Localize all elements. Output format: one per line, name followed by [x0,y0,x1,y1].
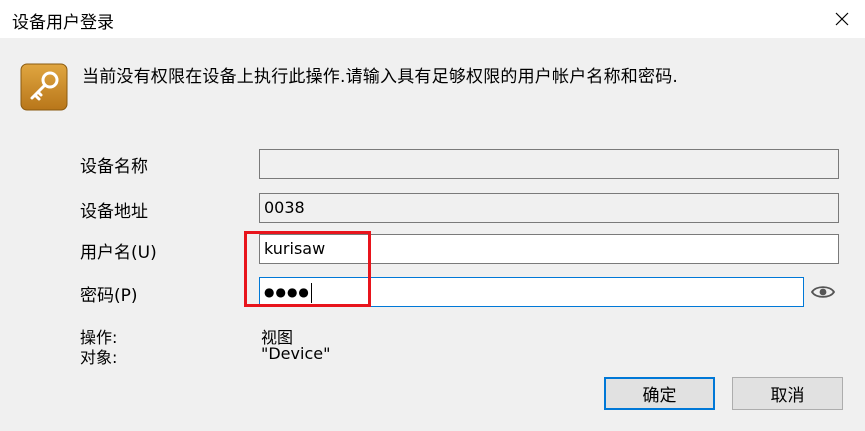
target-value: "Device" [261,344,331,363]
eye-icon [811,286,835,298]
window-title: 设备用户登录 [12,13,114,33]
device-name-field[interactable] [259,149,839,179]
text-caret [310,282,312,303]
title-bar: 设备用户登录 [0,0,865,38]
password-label: 密码(P) [80,286,138,306]
device-name-label: 设备名称 [80,157,148,177]
device-address-field[interactable]: 0038 [259,193,839,223]
close-icon [835,12,849,26]
password-input[interactable]: ●●●● [259,277,804,307]
target-label: 对象: [80,348,118,367]
device-address-label: 设备地址 [80,202,148,222]
cancel-button[interactable]: 取消 [732,377,843,410]
close-button[interactable] [819,0,865,38]
password-mask: ●●●● [264,285,310,299]
show-password-button[interactable] [808,277,838,307]
username-label: 用户名(U) [80,243,157,263]
username-input[interactable]: kurisaw [259,234,839,264]
ok-button[interactable]: 确定 [604,377,715,410]
permission-message: 当前没有权限在设备上执行此操作.请输入具有足够权限的用户帐户名称和密码. [82,67,679,87]
key-icon [20,63,68,111]
